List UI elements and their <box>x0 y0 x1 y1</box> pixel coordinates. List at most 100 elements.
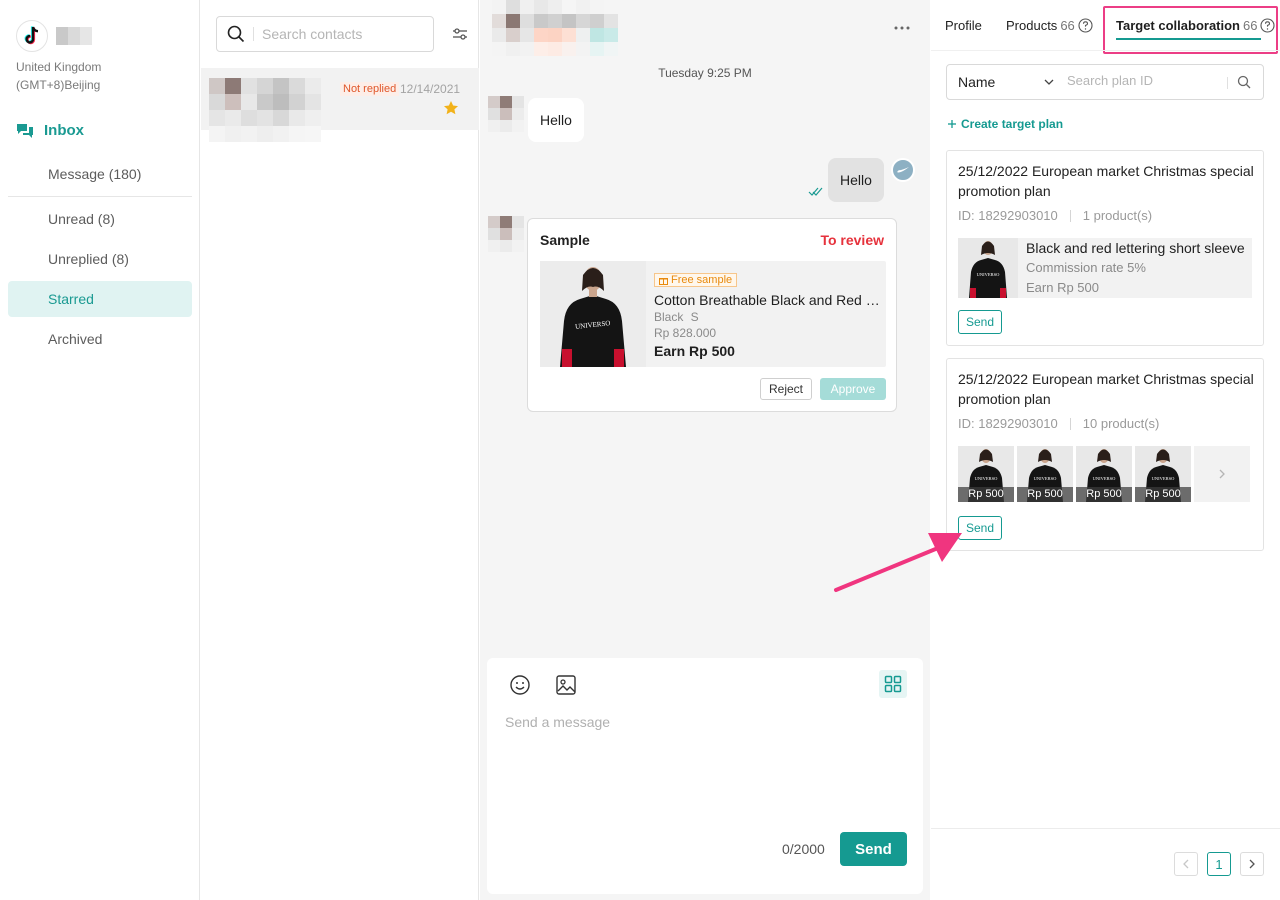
thumbnail-next-button[interactable] <box>1194 446 1250 502</box>
contact-date: 12/14/2021 <box>400 82 461 96</box>
plan-earn: Earn Rp 500 <box>1026 280 1099 295</box>
thumbnail-price: Rp 500 <box>1017 487 1073 502</box>
sample-card-title: Sample <box>540 232 590 248</box>
nav-divider <box>8 196 192 197</box>
emoji-icon[interactable] <box>509 674 531 696</box>
search-icon[interactable] <box>1237 75 1251 89</box>
chevron-left-icon <box>1183 859 1189 869</box>
image-upload-icon[interactable] <box>555 674 577 696</box>
char-count: 0/2000 <box>782 841 825 857</box>
plus-icon <box>948 120 956 128</box>
nav-item-starred[interactable]: Starred <box>8 281 192 317</box>
send-plan-button[interactable]: Send <box>958 516 1002 540</box>
contact-sample-avatar <box>488 216 524 252</box>
page-number-button[interactable]: 1 <box>1207 852 1231 876</box>
contact-search-box <box>216 16 434 52</box>
next-page-button[interactable] <box>1240 852 1264 876</box>
product-thumbnail[interactable]: UNIVERSO Rp 500 <box>1076 446 1132 502</box>
sample-price: Rp 828.000 <box>654 326 717 340</box>
tab-products[interactable]: Products 66 <box>1006 18 1093 33</box>
plan-meta: ID: 18292903010 10 product(s) <box>958 416 1159 431</box>
chat-contact-redacted <box>492 0 632 56</box>
incoming-message: Hello <box>528 98 584 142</box>
chevron-right-icon <box>1249 859 1255 869</box>
plan-product-count: 1 product(s) <box>1082 208 1153 223</box>
contact-search-input[interactable] <box>262 26 422 42</box>
gift-icon <box>659 277 668 285</box>
message-input[interactable] <box>505 714 905 824</box>
plan-id: ID: 18292903010 <box>958 416 1058 431</box>
create-target-plan-link[interactable]: Create target plan <box>947 117 1063 131</box>
sample-variant: Black S <box>654 310 699 324</box>
tiktok-logo-icon <box>16 20 48 52</box>
sidebar: United Kingdom (GMT+8)Beijing Inbox Mess… <box>0 0 200 900</box>
svg-text:UNIVERSO: UNIVERSO <box>1034 476 1058 481</box>
not-replied-badge: Not replied <box>340 82 400 96</box>
read-receipt-icon <box>808 187 823 196</box>
thumbnail-price: Rp 500 <box>958 487 1014 502</box>
plan-title: 25/12/2022 European market Christmas spe… <box>958 163 1254 199</box>
nav-inbox-label: Inbox <box>44 122 84 139</box>
sample-request-card: Sample To review UNIVERSO Free sample Co… <box>527 218 897 412</box>
product-thumbnail-strip: UNIVERSO Rp 500 UNIVERSO Rp 500 UNIVERSO… <box>958 446 1250 502</box>
send-message-button[interactable]: Send <box>840 832 907 866</box>
nav-inbox[interactable]: Inbox <box>16 122 84 139</box>
nav-item-message[interactable]: Message (180) <box>8 156 192 192</box>
contact-row[interactable]: Not replied 12/14/2021 <box>201 68 479 142</box>
free-sample-tag: Free sample <box>654 273 738 287</box>
right-panel: Profile Products 66 Target collaboration… <box>931 0 1280 900</box>
product-image: UNIVERSO <box>540 261 646 367</box>
tab-divider <box>931 50 1280 51</box>
more-options-icon[interactable] <box>892 18 912 38</box>
help-icon[interactable] <box>1078 18 1093 33</box>
chevron-down-icon[interactable] <box>1043 76 1055 88</box>
plan-id-search-input[interactable] <box>1067 73 1227 88</box>
product-thumbnail[interactable]: UNIVERSO Rp 500 <box>1135 446 1191 502</box>
chat-header <box>480 0 930 56</box>
plan-search-box: Name <box>946 64 1264 100</box>
commission-rate: Commission rate 5% <box>1026 260 1146 275</box>
search-separator <box>253 27 254 41</box>
swoosh-logo-icon <box>897 167 909 173</box>
plan-card[interactable]: 25/12/2022 European market Christmas spe… <box>946 358 1264 551</box>
prev-page-button[interactable] <box>1174 852 1198 876</box>
search-type-select[interactable]: Name <box>958 74 995 90</box>
nav-item-unread[interactable]: Unread (8) <box>8 201 192 237</box>
product-thumbnail[interactable]: UNIVERSO Rp 500 <box>1017 446 1073 502</box>
inbox-chat-icon <box>17 123 33 138</box>
message-composer: 0/2000 Send <box>487 658 923 894</box>
pager-divider <box>931 828 1280 829</box>
outgoing-message: Hello <box>828 158 884 202</box>
approve-button[interactable]: Approve <box>820 378 886 400</box>
svg-text:UNIVERSO: UNIVERSO <box>975 476 999 481</box>
plan-card[interactable]: 25/12/2022 European market Christmas spe… <box>946 150 1264 346</box>
reject-button[interactable]: Reject <box>760 378 812 400</box>
contact-avatar-redacted <box>209 78 321 142</box>
send-plan-button[interactable]: Send <box>958 310 1002 334</box>
star-icon[interactable] <box>443 100 459 116</box>
grid-apps-icon[interactable] <box>879 670 907 698</box>
plan-product[interactable]: UNIVERSO Black and red lettering short s… <box>958 238 1252 298</box>
annotation-highlight-box <box>1103 6 1278 54</box>
my-avatar <box>891 158 915 182</box>
contact-message-avatar <box>488 96 524 132</box>
plan-product-name: Black and red lettering short sleeve <box>1026 240 1245 256</box>
sample-status: To review <box>820 232 884 248</box>
chat-timestamp: Tuesday 9:25 PM <box>658 66 752 80</box>
sample-product[interactable]: UNIVERSO Free sample Cotton Breathable B… <box>540 261 886 367</box>
filter-settings-icon[interactable] <box>451 25 469 43</box>
contact-list: Not replied 12/14/2021 <box>201 0 479 900</box>
shop-name-redacted <box>56 27 92 45</box>
chat-panel: Tuesday 9:25 PM Hello Hello Sample To re… <box>480 0 930 900</box>
nav-item-unreplied[interactable]: Unreplied (8) <box>8 241 192 277</box>
tab-profile[interactable]: Profile <box>945 18 982 33</box>
search-icon <box>227 25 245 43</box>
sample-product-name: Cotton Breathable Black and Red letterin… <box>654 292 880 308</box>
chevron-right-icon <box>1219 469 1225 479</box>
search-separator <box>1227 77 1228 89</box>
product-thumbnail[interactable]: UNIVERSO Rp 500 <box>958 446 1014 502</box>
nav-item-archived[interactable]: Archived <box>8 321 192 357</box>
svg-text:UNIVERSO: UNIVERSO <box>1093 476 1117 481</box>
sample-earn: Earn Rp 500 <box>654 343 735 359</box>
plan-id: ID: 18292903010 <box>958 208 1058 223</box>
